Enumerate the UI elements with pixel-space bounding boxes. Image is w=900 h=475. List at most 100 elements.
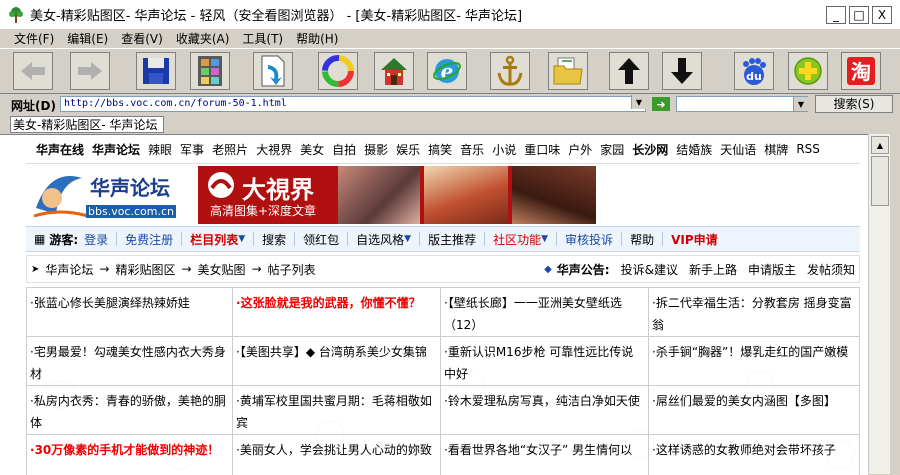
menu-view[interactable]: 查看(V) bbox=[115, 30, 170, 47]
search-link[interactable]: 搜索 bbox=[262, 231, 286, 248]
menu-help[interactable]: 帮助(H) bbox=[290, 30, 345, 47]
forward-button[interactable] bbox=[70, 52, 110, 90]
post-item[interactable]: ·美丽女人，学会挑让男人心动的妳致 bbox=[233, 435, 441, 475]
menu-tools[interactable]: 工具(T) bbox=[236, 30, 290, 47]
community-menu[interactable]: 社区功能 bbox=[493, 231, 541, 248]
nav-changsha[interactable]: 长沙网 bbox=[632, 141, 668, 158]
nav-link[interactable]: 小说 bbox=[492, 141, 516, 158]
column-list-menu[interactable]: 栏目列表 bbox=[190, 231, 238, 248]
scroll-up-arrow-icon[interactable]: ▲ bbox=[871, 136, 889, 154]
ie-icon: e bbox=[433, 59, 461, 83]
search-input[interactable] bbox=[676, 96, 808, 112]
close-button[interactable]: X bbox=[872, 6, 892, 24]
search-dropdown-icon[interactable]: ▼ bbox=[793, 97, 808, 111]
post-item[interactable]: ·这张脸就是我的武器，你懂不懂？ bbox=[233, 288, 441, 337]
announcement-label: 华声公告: bbox=[556, 262, 610, 277]
notice-link[interactable]: 投诉&建议 bbox=[621, 261, 678, 278]
menu-favorites[interactable]: 收藏夹(A) bbox=[170, 30, 237, 47]
post-item[interactable]: ·重新认识M16步枪 可靠性远比传说中好 bbox=[441, 337, 649, 386]
nav-link[interactable]: 户外 bbox=[568, 141, 592, 158]
post-item[interactable]: ·【美图共享】◆ 台湾萌系美少女集锦 bbox=[233, 337, 441, 386]
notice-link[interactable]: 发帖须知 bbox=[807, 261, 855, 278]
redpack-link[interactable]: 领红包 bbox=[303, 231, 339, 248]
nav-link[interactable]: 娱乐 bbox=[396, 141, 420, 158]
baidu-button[interactable]: du bbox=[734, 52, 774, 90]
notice-link[interactable]: 新手上路 bbox=[689, 261, 737, 278]
scroll-up-button[interactable] bbox=[609, 52, 649, 90]
style-menu[interactable]: 自选风格 bbox=[356, 231, 404, 248]
breadcrumb-section[interactable]: 精彩贴图区 bbox=[115, 261, 175, 278]
menu-bar: 文件(F) 编辑(E) 查看(V) 收藏夹(A) 工具(T) 帮助(H) bbox=[0, 29, 900, 48]
breadcrumb-current: 帖子列表 bbox=[267, 262, 316, 277]
home-button[interactable] bbox=[374, 52, 414, 90]
open-file-button[interactable] bbox=[253, 52, 293, 90]
nav-link[interactable]: 辣眼 bbox=[148, 141, 172, 158]
menu-edit[interactable]: 编辑(E) bbox=[61, 30, 115, 47]
post-item[interactable]: ·拆二代幸福生活：分教套房 摇身变富翁 bbox=[649, 288, 860, 337]
scroll-down-button[interactable] bbox=[662, 52, 702, 90]
nav-rss[interactable]: RSS bbox=[796, 142, 820, 156]
recommend-link[interactable]: 版主推荐 bbox=[428, 231, 476, 248]
nav-link[interactable]: 自拍 bbox=[332, 141, 356, 158]
nav-link[interactable]: 摄影 bbox=[364, 141, 388, 158]
audit-link[interactable]: 审核投诉 bbox=[565, 231, 613, 248]
folder-button[interactable] bbox=[548, 52, 588, 90]
nav-link[interactable]: 大視界 bbox=[256, 141, 292, 158]
nav-link[interactable]: 重口味 bbox=[524, 141, 560, 158]
menu-file[interactable]: 文件(F) bbox=[0, 30, 61, 47]
post-item[interactable]: ·这样诱惑的女教师绝对会带坏孩子 bbox=[649, 435, 860, 475]
post-item[interactable]: ·黄埔军校里国共蜜月期：毛蒋相敬如宾 bbox=[233, 386, 441, 435]
title-bar: 美女-精彩贴图区- 华声论坛 - 轻风（安全看图浏览器） - [美女-精彩贴图区… bbox=[0, 0, 900, 29]
thumbnails-button[interactable] bbox=[190, 52, 230, 90]
address-dropdown-icon[interactable]: ▼ bbox=[631, 95, 646, 109]
nav-link[interactable]: 老照片 bbox=[212, 141, 248, 158]
svg-text:du: du bbox=[746, 70, 762, 83]
help-link[interactable]: 帮助 bbox=[630, 231, 654, 248]
maximize-button[interactable]: □ bbox=[849, 6, 869, 24]
nav-link[interactable]: 天仙语 bbox=[720, 141, 756, 158]
anchor-button[interactable] bbox=[490, 52, 530, 90]
nav-link[interactable]: 音乐 bbox=[460, 141, 484, 158]
post-item[interactable]: ·宅男最爱！勾魂美女性感内衣大秀身材 bbox=[26, 337, 233, 386]
search-button[interactable]: 搜索(S) bbox=[815, 95, 893, 113]
nav-link[interactable]: 搞笑 bbox=[428, 141, 452, 158]
minimize-button[interactable]: _ bbox=[826, 6, 846, 24]
forum-logo[interactable]: 华声论坛 bbs.voc.com.cn bbox=[30, 168, 180, 220]
post-item[interactable]: ·铃木爱理私房写真，纯洁白净如天使 bbox=[441, 386, 649, 435]
post-item[interactable]: ·杀手锏“胸器”！爆乳走红的国产嫩模 bbox=[649, 337, 860, 386]
ad-banner[interactable]: 大視界 高清图集+深度文章 bbox=[198, 166, 596, 224]
tab-current-page[interactable]: 美女-精彩贴图区- 华声论坛 bbox=[10, 116, 165, 133]
post-item[interactable]: ·看看世界各地“女汉子” 男生情何以 bbox=[441, 435, 649, 475]
breadcrumb-forum[interactable]: 华声论坛 bbox=[45, 261, 93, 278]
vertical-scrollbar[interactable]: ▲ bbox=[868, 134, 891, 474]
notice-link[interactable]: 申请版主 bbox=[748, 261, 796, 278]
breadcrumb-board[interactable]: 美女贴图 bbox=[198, 261, 246, 278]
scrollbar-thumb[interactable] bbox=[871, 156, 889, 206]
login-link[interactable]: 登录 bbox=[84, 231, 108, 248]
post-item[interactable]: ·私房内衣秀：青春的骄傲，美艳的胴体 bbox=[26, 386, 233, 435]
go-arrow-icon[interactable]: ➜ bbox=[652, 97, 670, 111]
nav-forum[interactable]: 华声论坛 bbox=[92, 141, 140, 158]
register-link[interactable]: 免费注册 bbox=[125, 231, 173, 248]
refresh-button[interactable] bbox=[318, 52, 358, 90]
post-item[interactable]: ·【壁纸长廊】一一亚洲美女壁纸选（12） bbox=[441, 288, 649, 337]
divider bbox=[419, 232, 421, 246]
post-item[interactable]: ·屌丝们最爱的美女内涵图【多图】 bbox=[649, 386, 860, 435]
nav-link[interactable]: 家园 bbox=[600, 141, 624, 158]
save-button[interactable] bbox=[136, 52, 176, 90]
post-item[interactable]: ·30万像素的手机才能做到的神迹！ bbox=[26, 435, 233, 475]
vip-link[interactable]: VIP申请 bbox=[671, 231, 718, 248]
nav-voc-online[interactable]: 华声在线 bbox=[36, 141, 84, 158]
address-input[interactable]: http://bbs.voc.com.cn/forum-50-1.html bbox=[60, 96, 646, 112]
ad-logo-icon bbox=[208, 172, 234, 198]
nav-link[interactable]: 军事 bbox=[180, 141, 204, 158]
plus-button[interactable] bbox=[788, 52, 828, 90]
nav-link[interactable]: 棋牌 bbox=[764, 141, 788, 158]
nav-link[interactable]: 结婚族 bbox=[676, 141, 712, 158]
ie-button[interactable]: e bbox=[427, 52, 467, 90]
back-button[interactable] bbox=[13, 52, 53, 90]
post-item[interactable]: ·张蓝心修长美腿演绎热辣娇娃 bbox=[26, 288, 233, 337]
taobao-button[interactable]: 淘 bbox=[841, 52, 881, 90]
nav-link[interactable]: 美女 bbox=[300, 141, 324, 158]
announcement-icon: ◆ bbox=[544, 263, 552, 275]
